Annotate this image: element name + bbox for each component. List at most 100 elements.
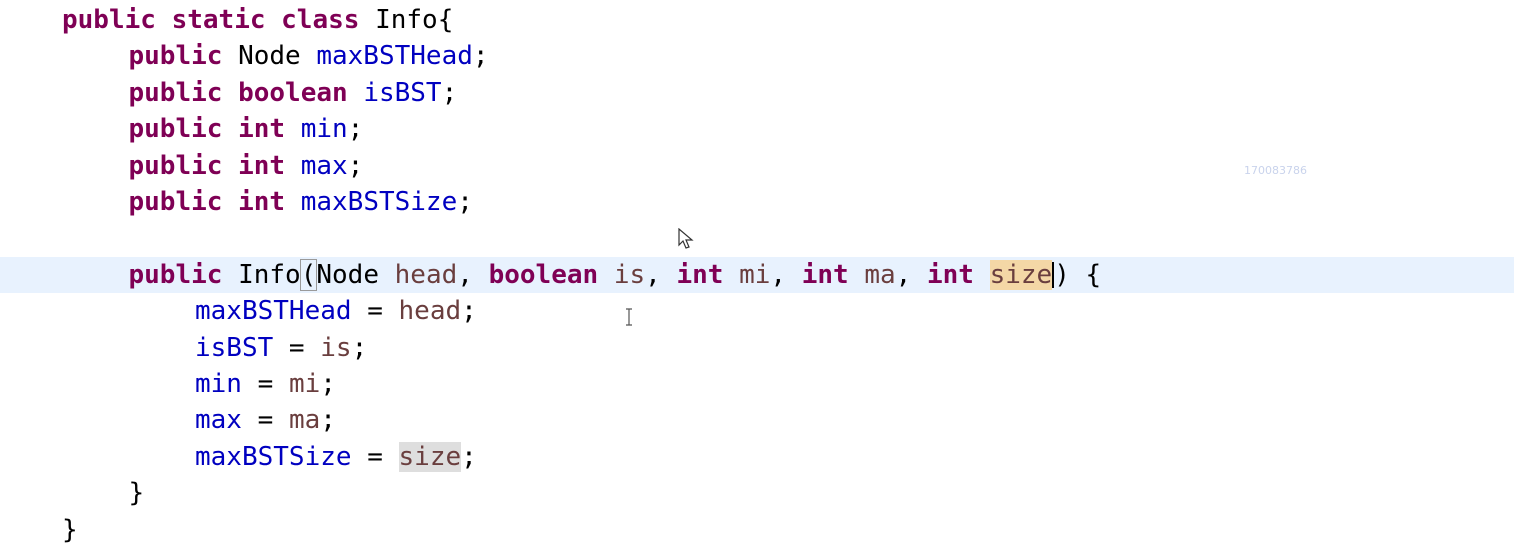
code-token: mi (739, 259, 771, 290)
code-token: maxBSTSize (300, 187, 458, 217)
code-text: maxBSTSize = size; (195, 439, 477, 475)
code-token: static (171, 5, 266, 35)
code-token: public (128, 259, 223, 290)
code-token: ; (457, 187, 473, 217)
code-token: int (238, 114, 286, 145)
code-token: Node (316, 259, 395, 290)
code-token: size (989, 259, 1053, 290)
code-token: ) { (1054, 259, 1102, 290)
code-token: class (281, 5, 360, 35)
code-line[interactable]: min = mi; (0, 366, 1514, 402)
code-editor[interactable]: public static class Info{public Node max… (0, 0, 1514, 552)
code-token: maxBSTSize (195, 441, 352, 472)
code-token: = (351, 441, 399, 472)
code-token: int (238, 150, 286, 181)
code-token: = (273, 332, 321, 363)
code-token: ; (320, 369, 336, 399)
code-token: = (351, 296, 399, 327)
watermark-id: 170083786 (1244, 164, 1307, 177)
code-token: isBST (195, 332, 274, 363)
code-text: } (62, 512, 78, 548)
code-token: min (195, 369, 242, 399)
code-token: maxBSTHead (195, 296, 352, 327)
code-token: ; (347, 150, 364, 181)
current-code-line[interactable]: public Info(Node head, boolean is, int m… (0, 256, 1514, 293)
code-text: isBST = is; (195, 330, 367, 366)
code-text: max = ma; (195, 402, 336, 438)
code-token: isBST (363, 77, 442, 108)
code-token: head (394, 259, 458, 290)
arrow-pointer-icon (678, 228, 694, 249)
code-text: public static class Info{ (62, 2, 453, 38)
code-line[interactable]: public boolean isBST; (0, 75, 1514, 111)
code-text: min = mi; (195, 366, 336, 402)
code-token: Info (222, 259, 301, 290)
code-token: min (300, 114, 348, 145)
code-token: int (801, 259, 849, 290)
code-token: ; (441, 77, 458, 108)
code-token: public (128, 41, 223, 72)
code-text: } (129, 475, 145, 511)
code-token: mi (288, 369, 321, 399)
code-line[interactable] (0, 220, 1514, 256)
code-token: int (676, 259, 724, 290)
code-text: public int max; (129, 148, 364, 184)
code-token: ; (461, 441, 477, 472)
code-token: boolean (488, 259, 599, 290)
code-line[interactable]: max = ma; (0, 402, 1514, 438)
code-line[interactable]: maxBSTHead = head; (0, 293, 1514, 329)
code-token: maxBSTHead (316, 41, 473, 72)
code-token: Node (222, 41, 317, 72)
code-token: ; (472, 41, 489, 72)
code-token: public (128, 187, 223, 217)
code-token: } (62, 514, 78, 545)
code-token: ; (461, 296, 477, 327)
i-beam-cursor-icon (626, 308, 632, 326)
code-token: = (241, 405, 289, 436)
code-token: ; (320, 405, 336, 436)
code-line[interactable]: isBST = is; (0, 330, 1514, 366)
code-token: ma (288, 405, 321, 436)
code-text: public int maxBSTSize; (129, 184, 473, 220)
code-token: is (613, 259, 646, 290)
code-text: public boolean isBST; (129, 75, 458, 111)
code-token: , (770, 259, 802, 290)
code-text: public int min; (129, 111, 364, 147)
code-token: public (62, 5, 156, 35)
code-line[interactable]: } (0, 475, 1514, 511)
code-line[interactable]: public static class Info{ (0, 2, 1514, 38)
code-line[interactable]: maxBSTSize = size; (0, 439, 1514, 475)
code-line[interactable]: public int min; (0, 111, 1514, 147)
code-line[interactable]: public int maxBSTSize; (0, 184, 1514, 220)
code-token: , (457, 259, 489, 290)
code-text: maxBSTHead = head; (195, 293, 477, 329)
code-line[interactable]: } (0, 512, 1514, 548)
code-token: int (238, 187, 286, 217)
code-token: ; (347, 114, 364, 145)
code-token: } (128, 478, 145, 509)
code-line[interactable]: public Node maxBSTHead; (0, 38, 1514, 74)
code-text: public Info(Node head, boolean is, int m… (128, 257, 1102, 293)
code-token: head (398, 296, 462, 327)
code-token: ( (299, 258, 318, 291)
code-token: public (128, 114, 223, 145)
code-token: public (128, 150, 223, 181)
code-token: ma (864, 259, 896, 290)
code-token: ; (351, 332, 368, 363)
code-token: max (300, 150, 348, 181)
code-token: , (895, 259, 927, 290)
